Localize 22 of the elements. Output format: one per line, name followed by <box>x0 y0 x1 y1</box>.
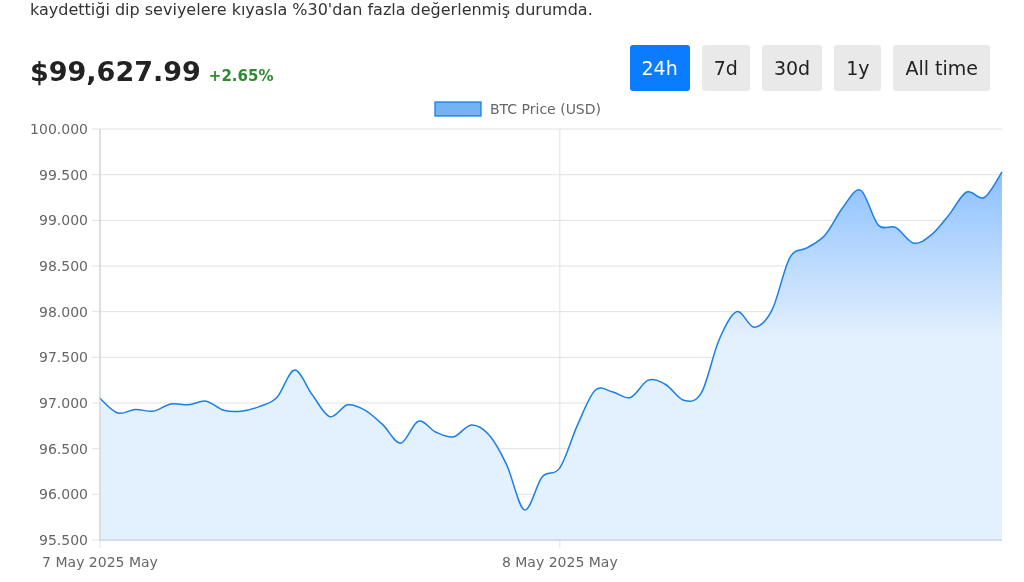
y-axis-label: 96.000 <box>39 486 88 503</box>
y-axis-label: 98.500 <box>39 258 88 274</box>
paragraph-text: kaydettiği dip seviyelere kıyasla %30'dan fazla değerlenmiş durumda. <box>30 0 594 19</box>
price-value: $99,627.99 <box>30 55 201 87</box>
price-change: +2.65% <box>208 66 274 85</box>
y-axis-label: 98.000 <box>39 303 88 320</box>
y-axis-label: 97.000 <box>39 395 88 411</box>
range-tab[interactable]: 1y <box>834 45 882 91</box>
y-axis-label: 100.000 <box>30 121 88 137</box>
legend-swatch <box>434 101 482 117</box>
y-axis-label: 99.500 <box>39 166 88 183</box>
legend-label: BTC Price (USD) <box>490 101 601 117</box>
x-axis-label: 8 May 2025 May <box>501 554 618 570</box>
range-tab[interactable]: 24h <box>629 45 690 91</box>
range-tab[interactable]: 30d <box>761 45 823 91</box>
y-axis-label: 95.500 <box>39 532 88 548</box>
y-axis-label: 99.000 <box>39 212 88 229</box>
y-axis-label: 96.500 <box>39 440 88 457</box>
range-tab[interactable]: 7d <box>701 45 750 91</box>
range-tab[interactable]: All time <box>893 45 990 91</box>
y-axis-label: 97.500 <box>39 349 88 366</box>
x-axis-label: 7 May 2025 May <box>42 554 158 570</box>
